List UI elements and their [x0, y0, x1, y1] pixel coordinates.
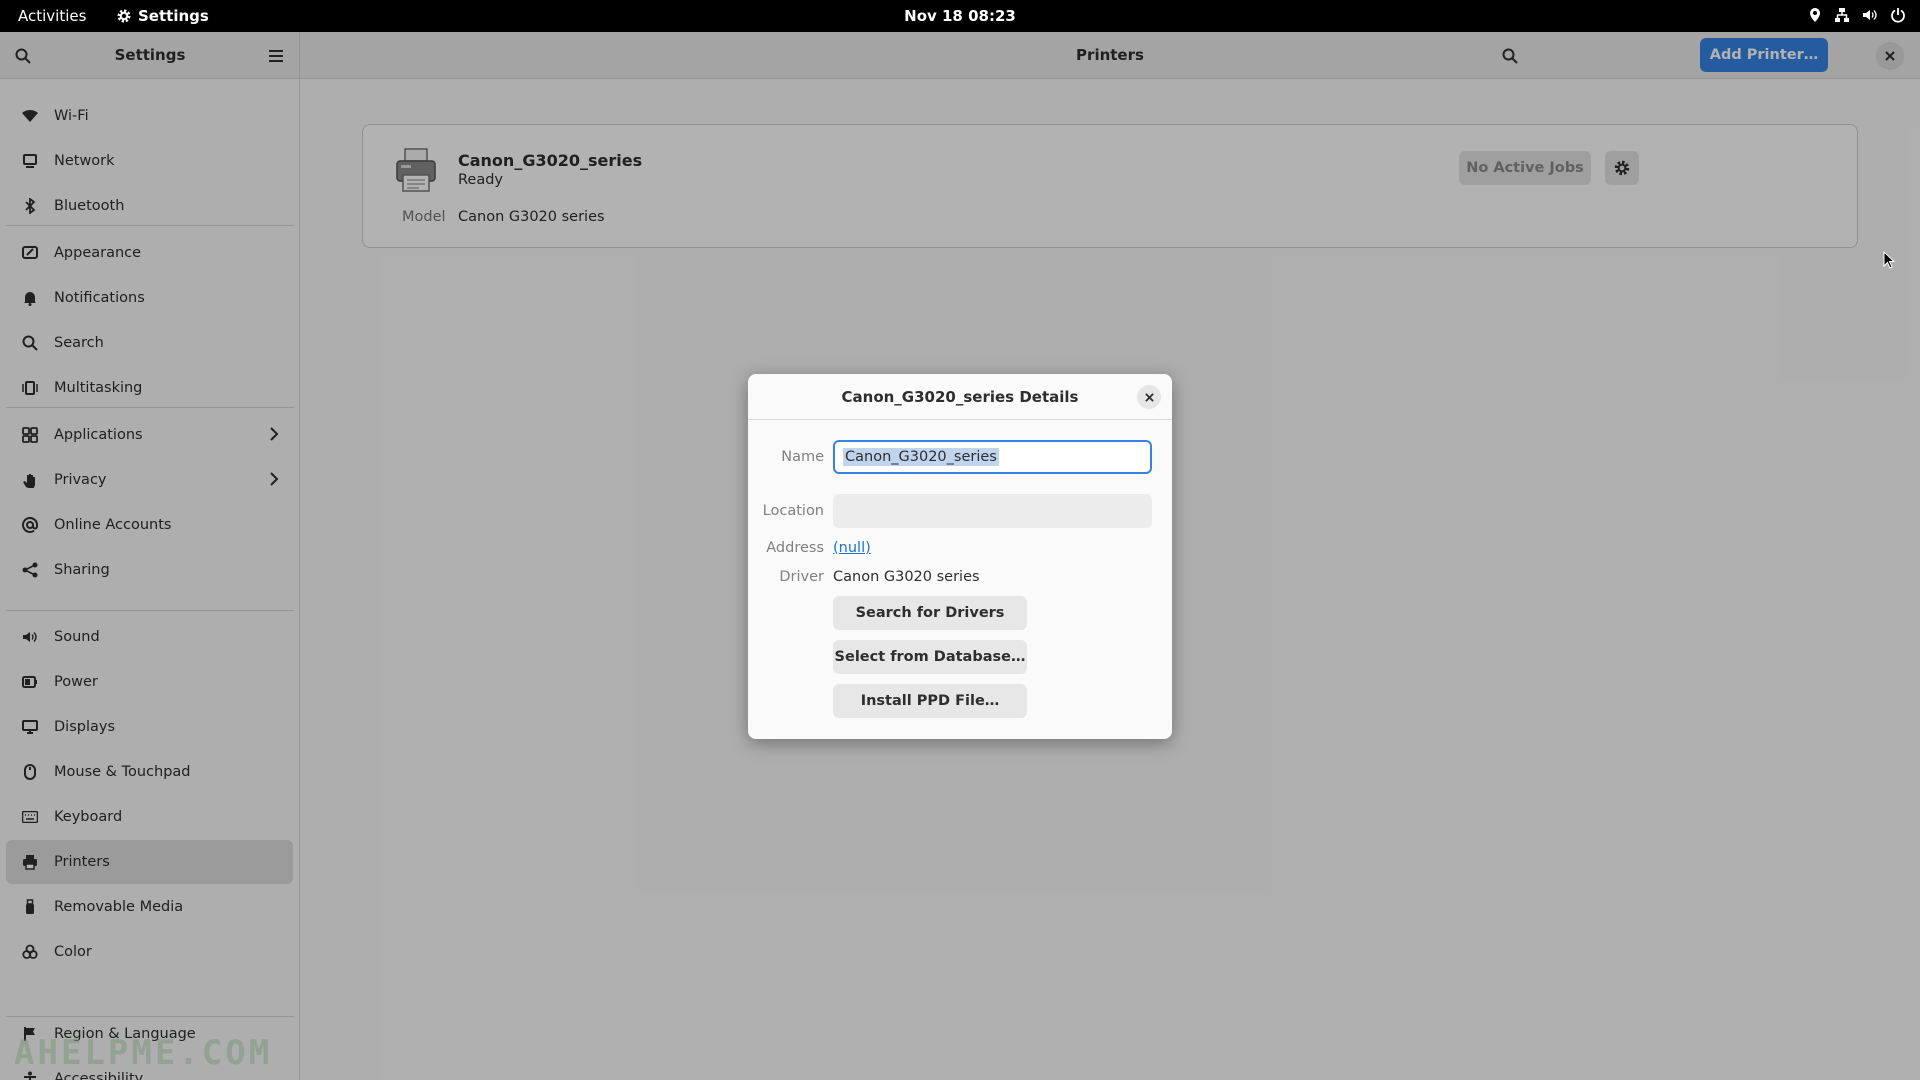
- name-field-value: Canon_G3020_series: [843, 448, 999, 466]
- activities-button[interactable]: Activities: [18, 7, 86, 25]
- volume-icon: [1863, 10, 1877, 20]
- name-label: Name: [781, 449, 824, 465]
- gear-icon: [117, 9, 131, 23]
- dialog-close-button[interactable]: [1137, 385, 1161, 409]
- printer-details-dialog: Canon_G3020_series Details Name Canon_G3…: [748, 374, 1172, 739]
- power-icon: [1891, 8, 1905, 23]
- system-tray[interactable]: [1808, 7, 1906, 23]
- app-menu[interactable]: Settings: [116, 7, 209, 25]
- network-wired-icon: [1835, 8, 1849, 22]
- install-ppd-file-button[interactable]: Install PPD File…: [833, 684, 1027, 718]
- mouse-cursor-icon: [1883, 251, 1895, 269]
- name-field[interactable]: Canon_G3020_series: [833, 440, 1152, 474]
- select-from-database-button[interactable]: Select from Database…: [833, 640, 1027, 674]
- close-icon: [1144, 392, 1154, 402]
- address-link[interactable]: (null): [833, 540, 871, 556]
- address-label: Address: [766, 540, 824, 556]
- app-menu-label: Settings: [138, 7, 209, 25]
- driver-label: Driver: [779, 569, 824, 585]
- location-icon: [1810, 8, 1820, 22]
- driver-value: Canon G3020 series: [833, 569, 980, 585]
- top-bar: Activities Settings Nov 18 08:23: [0, 0, 1920, 32]
- dialog-title: Canon_G3020_series Details: [841, 388, 1079, 406]
- watermark: AHELPME.COM: [14, 1033, 273, 1073]
- location-field[interactable]: [833, 494, 1152, 528]
- location-label: Location: [762, 503, 824, 519]
- search-for-drivers-button[interactable]: Search for Drivers: [833, 596, 1027, 630]
- clock[interactable]: Nov 18 08:23: [904, 7, 1016, 25]
